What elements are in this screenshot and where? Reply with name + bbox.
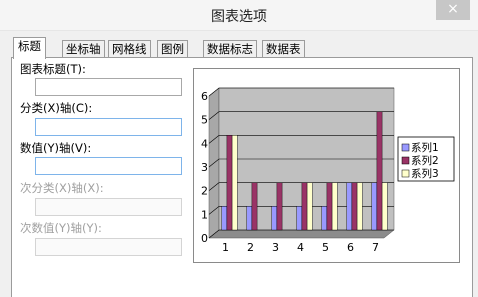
bar: [376, 111, 383, 231]
tab-data-table[interactable]: 数据表: [262, 40, 305, 58]
x-tick-label: 4: [297, 241, 304, 254]
bar: [301, 182, 308, 231]
bar: [326, 182, 333, 231]
legend-label: 系列3: [411, 167, 439, 180]
bar: [306, 182, 313, 231]
close-icon: ×: [447, 1, 459, 17]
chart-title-label: 图表标题(T):: [20, 62, 86, 76]
legend-swatch: [401, 156, 410, 165]
chart-preview: 0 1 2 3 4 5 6 1 2 3 4 5 6 7 系列1 系列2 系列3: [193, 68, 460, 263]
bar: [271, 206, 278, 231]
secondary-value-y-axis-input: [35, 238, 182, 256]
bar: [221, 206, 228, 231]
bar: [371, 182, 378, 231]
dialog-title: 图表选项: [211, 9, 267, 25]
bar: [351, 182, 358, 231]
y-tick-label: 4: [201, 137, 208, 150]
bar: [251, 182, 258, 231]
bar: [296, 206, 303, 231]
x-tick-label: 7: [372, 241, 379, 254]
x-tick-label: 1: [222, 241, 229, 254]
x-tick-label: 5: [322, 241, 329, 254]
legend-label: 系列1: [411, 141, 439, 154]
bar: [276, 182, 283, 231]
tab-data-labels[interactable]: 数据标志: [203, 40, 257, 58]
y-tick-label: 0: [201, 232, 208, 245]
y-tick-label: 1: [201, 208, 208, 221]
x-tick-label: 3: [272, 241, 279, 254]
tab-axes[interactable]: 坐标轴: [62, 40, 105, 58]
chart-title-input[interactable]: [35, 78, 182, 96]
bar: [246, 206, 253, 231]
legend-swatch: [401, 143, 410, 152]
category-x-axis-label: 分类(X)轴(C):: [20, 101, 93, 115]
secondary-category-x-axis-input: [35, 198, 182, 216]
tab-titles[interactable]: 标题: [13, 37, 46, 59]
secondary-category-x-axis-label: 次分类(X)轴(X):: [20, 181, 104, 195]
y-tick-label: 6: [201, 90, 208, 103]
bar: [346, 182, 353, 231]
bar: [231, 135, 238, 231]
bar: [226, 135, 233, 231]
bar: [321, 206, 328, 231]
legend-label: 系列2: [411, 154, 439, 167]
y-tick-label: 3: [201, 161, 208, 174]
tab-legend[interactable]: 图例: [157, 40, 188, 58]
x-tick-label: 2: [247, 241, 254, 254]
bar: [381, 182, 388, 231]
bar: [331, 182, 338, 231]
value-y-axis-input[interactable]: [35, 157, 182, 175]
category-x-axis-input[interactable]: [35, 118, 182, 136]
value-y-axis-label: 数值(Y)轴(V):: [20, 141, 92, 155]
title-bar: 图表选项 ×: [0, 0, 478, 31]
bar: [356, 182, 363, 231]
close-button[interactable]: ×: [436, 0, 470, 20]
y-tick-label: 5: [201, 114, 208, 127]
secondary-value-y-axis-label: 次数值(Y)轴(Y):: [20, 221, 102, 235]
plot-floor: [208, 229, 395, 239]
y-tick-label: 2: [201, 185, 208, 198]
preview-chart: 0 1 2 3 4 5 6 1 2 3 4 5 6 7 系列1系列2系列3: [201, 87, 455, 254]
x-tick-label: 6: [347, 241, 354, 254]
tab-gridlines[interactable]: 网格线: [108, 40, 151, 58]
legend-swatch: [401, 169, 410, 178]
